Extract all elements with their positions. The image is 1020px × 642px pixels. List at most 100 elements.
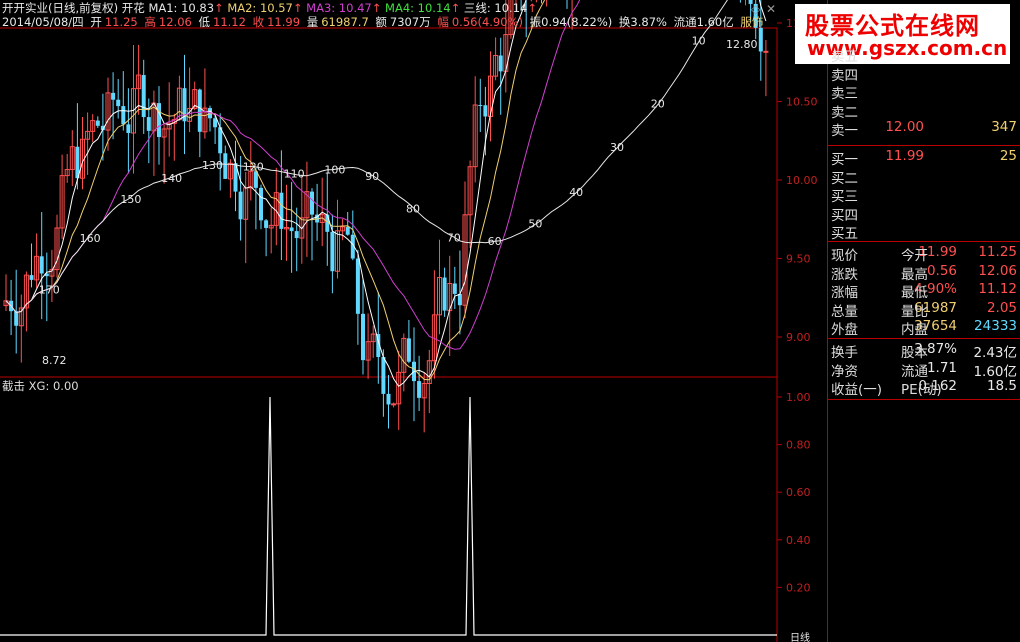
candle-body [763, 50, 769, 53]
cost-label: 40 [569, 186, 583, 199]
price-tick-label: 10.50 [786, 96, 818, 109]
candle-body [417, 381, 422, 398]
candle-body [391, 403, 397, 406]
fund-label: 股本 [901, 345, 928, 361]
cost-label: 90 [365, 170, 379, 183]
candle-body [457, 293, 462, 306]
amplitude-value: 振0.94(8.22%) [529, 15, 613, 29]
fund-row: 净资 1.71 流通 1.60亿 [831, 359, 1019, 380]
bid-label: 买四 [831, 207, 858, 224]
fund-value: 1.71 [926, 359, 957, 376]
high-marker: 12.80 [726, 38, 758, 51]
cost-label: 150 [120, 193, 141, 206]
candle-body [126, 124, 131, 133]
cost-label: 130 [202, 159, 223, 172]
ask-volume: 347 [991, 119, 1017, 135]
stat-value: 12.06 [978, 262, 1017, 279]
fund-divider [827, 338, 1020, 339]
ask-price: 12.00 [885, 119, 924, 135]
stat-value: 11.12 [978, 281, 1017, 297]
bar-date: 2014/05/08/四 [2, 15, 84, 29]
ma2-line [5, 0, 546, 381]
stat-label: 今开 [901, 248, 928, 264]
indicator-tick-label: 1.00 [786, 391, 811, 404]
cost-label: 50 [528, 218, 542, 231]
cost-label: 110 [284, 168, 305, 181]
candle-body [95, 120, 100, 126]
fund-row: 换手 3.87% 股本 2.43亿 [831, 341, 1019, 361]
ask-label: 卖二 [831, 104, 858, 121]
fund-label: 换手 [831, 345, 858, 361]
candle-body [39, 256, 44, 274]
indicator-header: 截击 XG: 0.00 [2, 379, 79, 393]
candle-body [146, 117, 151, 131]
candle-body [355, 258, 360, 314]
stat-row: 涨幅 4.90% 最低 11.12 [831, 281, 1019, 301]
bid-row: 买一 11.99 25 [831, 148, 1019, 168]
float-value: 流通1.60亿 [673, 15, 734, 29]
ask-label: 卖一 [831, 123, 858, 139]
formula-name: 开花 [121, 1, 145, 15]
bid-label: 买二 [831, 170, 858, 187]
stats-divider [827, 241, 1020, 242]
stat-label: 量比 [901, 303, 928, 320]
candle-body [361, 313, 365, 361]
stat-label: 现价 [831, 248, 858, 264]
ask-row: 卖二 [831, 101, 1019, 121]
candle-body [116, 99, 121, 107]
period-label: 日线 [790, 631, 810, 642]
ma4-label: MA4: 10.14 [385, 1, 451, 15]
bid-label: 买五 [831, 226, 858, 242]
volume-value: 61987.7 [321, 15, 369, 29]
chart-header-ohlc: 2014/05/08/四 开 11.25 高 12.06 低 11.12 收 11.99… [2, 15, 764, 29]
candle-body [330, 231, 335, 272]
stat-value: 0.56 [926, 262, 957, 279]
ma3-label: MA3: 10.47 [306, 1, 372, 15]
stat-label: 总量 [831, 303, 858, 320]
candle-body [264, 220, 269, 228]
candle-body [310, 191, 314, 215]
xg-signal-line [0, 396, 777, 636]
candle-body [406, 338, 411, 362]
ma2-label: MA2: 10.57 [227, 1, 293, 15]
stat-label: 涨幅 [831, 285, 858, 301]
indicator-tick-label: 0.60 [786, 486, 811, 499]
fund-label: 收益(一) [831, 382, 883, 398]
candle-body [294, 231, 299, 239]
stat-row: 涨跌 0.56 最高 12.06 [831, 262, 1019, 283]
indicator-tick-label: 0.20 [786, 581, 811, 594]
fund-value: 2.43亿 [973, 345, 1017, 361]
candle-body [758, 27, 763, 52]
candle-body [111, 92, 116, 100]
bid-label: 买一 [831, 152, 858, 168]
ask-row: 卖四 [831, 64, 1019, 84]
candle-body [289, 227, 294, 232]
cost-label: 120 [243, 161, 264, 174]
stat-value: 24333 [974, 318, 1017, 334]
fund-label: PE(动) [901, 382, 942, 398]
bid-label: 买三 [831, 189, 858, 205]
fund-label: 流通 [901, 363, 928, 380]
bid-row: 买五 [831, 222, 1019, 242]
stat-label: 外盘 [831, 322, 858, 338]
stat-row: 现价 11.99 今开 11.25 [831, 244, 1019, 264]
ask-row: 卖五 [831, 45, 1019, 65]
line3-label: 三线: 10.14 [463, 1, 528, 15]
candle-body [223, 153, 228, 179]
ask-row: 卖一 12.00 347 [831, 119, 1019, 139]
stat-label: 最高 [901, 266, 928, 283]
price-tick-label: 10.00 [786, 174, 818, 187]
candle-body [259, 187, 263, 221]
ask-label: 卖五 [831, 49, 858, 65]
bid-row: 买二 [831, 167, 1019, 187]
orderbook-divider [827, 145, 1020, 146]
low-marker: 8.72 [42, 354, 67, 367]
ma4-line [5, 0, 728, 314]
ask-label: 卖三 [831, 86, 858, 102]
stat-row: 总量 61987 量比 2.05 [831, 300, 1019, 320]
stat-label: 涨跌 [831, 266, 858, 283]
candle-body [498, 55, 503, 72]
indicator-tick-label: 0.80 [786, 439, 811, 452]
cost-label: 100 [324, 164, 345, 177]
amount-value: 7307万 [389, 15, 431, 29]
